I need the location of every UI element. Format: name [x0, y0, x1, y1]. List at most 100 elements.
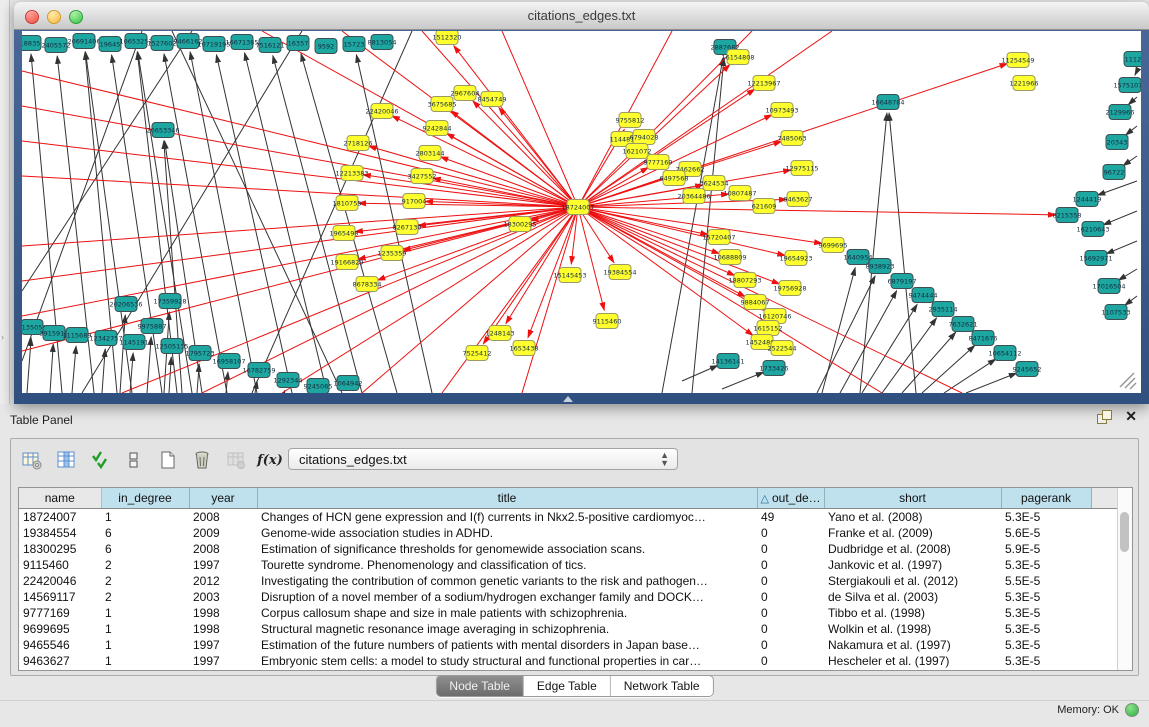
- graph-node[interactable]: 2803144: [416, 146, 445, 161]
- table-row[interactable]: 2242004622012Investigating the contribut…: [19, 573, 1118, 589]
- graph-node[interactable]: 12975115: [785, 161, 818, 176]
- graph-node[interactable]: 9884067: [741, 295, 770, 310]
- graph-node[interactable]: 11123: [1124, 52, 1141, 67]
- table-row[interactable]: 946554611997Estimation of the future num…: [19, 637, 1118, 653]
- graph-node[interactable]: 1064942: [334, 376, 363, 391]
- graph-node[interactable]: 8471676: [969, 331, 998, 346]
- table-row[interactable]: 911546021997Tourette syndrome. Phenomeno…: [19, 557, 1118, 573]
- graph-node[interactable]: 18835: [22, 36, 41, 51]
- graph-node[interactable]: 2522544: [768, 341, 797, 356]
- graph-node[interactable]: 7516121: [256, 38, 285, 53]
- graph-edge[interactable]: [1106, 241, 1137, 254]
- graph-node[interactable]: 1512320: [433, 31, 462, 45]
- column-header-pagerank[interactable]: pagerank: [1001, 488, 1091, 509]
- row-height-icon[interactable]: [121, 447, 147, 473]
- delete-table-icon[interactable]: [189, 447, 215, 473]
- graph-node[interactable]: 8678334: [353, 277, 382, 292]
- float-panel-icon[interactable]: [1097, 410, 1113, 424]
- graph-edge[interactable]: [169, 357, 171, 393]
- graph-node[interactable]: 10688809: [713, 250, 746, 265]
- table-row[interactable]: 977716911998Corpus callosum shape and si…: [19, 605, 1118, 621]
- graph-edge[interactable]: [817, 276, 875, 393]
- graph-node[interactable]: 1115689: [63, 328, 92, 343]
- graph-edge[interactable]: [252, 31, 412, 393]
- function-builder-icon[interactable]: f(x): [257, 447, 283, 473]
- graph-node[interactable]: 19645: [99, 37, 121, 52]
- graph-edge[interactable]: [1118, 269, 1137, 280]
- graph-node[interactable]: 16958107: [212, 354, 245, 369]
- graph-edge[interactable]: [882, 318, 937, 393]
- graph-edge[interactable]: [172, 31, 342, 393]
- graph-node[interactable]: 9755812: [616, 113, 645, 128]
- graph-node[interactable]: 20691406: [67, 34, 100, 49]
- graph-node[interactable]: 9245652: [1013, 362, 1042, 377]
- graph-node[interactable]: 9975887: [138, 319, 167, 334]
- column-header-title[interactable]: title: [257, 488, 757, 509]
- zoom-window-button[interactable]: [69, 10, 83, 24]
- graph-node[interactable]: 2129966: [1106, 105, 1135, 120]
- graph-node[interactable]: 1653438: [510, 341, 539, 356]
- resize-grip-icon[interactable]: [1120, 373, 1136, 389]
- graph-node[interactable]: 1248143: [486, 326, 515, 341]
- column-header-in-degree[interactable]: in_degree: [101, 488, 189, 509]
- graph-edge[interactable]: [692, 58, 724, 393]
- graph-edge[interactable]: [226, 372, 228, 393]
- graph-node[interactable]: 12213967: [747, 76, 780, 91]
- tab-edge-table[interactable]: Edge Table: [524, 676, 611, 696]
- graph-edge[interactable]: [889, 113, 916, 393]
- graph-node[interactable]: 7632621: [949, 317, 978, 332]
- graph-edge[interactable]: [522, 207, 578, 393]
- scrollbar-thumb[interactable]: [1120, 512, 1129, 552]
- graph-edge[interactable]: [282, 207, 578, 393]
- graph-node[interactable]: 6879197: [888, 274, 917, 289]
- graph-node[interactable]: 9592: [315, 39, 337, 54]
- graph-node[interactable]: 19756928: [773, 281, 806, 296]
- graph-node[interactable]: 20206536: [109, 297, 142, 312]
- table-row[interactable]: 1830029562008Estimation of significance …: [19, 541, 1118, 557]
- split-pane-handle[interactable]: [563, 396, 573, 402]
- graph-edge[interactable]: [662, 58, 723, 393]
- tab-node-table[interactable]: Node Table: [436, 676, 524, 696]
- graph-node[interactable]: 8454749: [478, 92, 507, 107]
- graph-edge[interactable]: [578, 207, 785, 255]
- graph-node[interactable]: 2718126: [344, 136, 373, 151]
- graph-node[interactable]: 20343: [1106, 135, 1128, 150]
- graph-edge[interactable]: [72, 346, 76, 393]
- graph-node[interactable]: 3427552: [408, 169, 437, 184]
- graph-node[interactable]: 1615152: [754, 321, 783, 336]
- graph-node[interactable]: 8813054: [368, 35, 397, 50]
- graph-node[interactable]: 10807487: [723, 186, 756, 201]
- tab-network-table[interactable]: Network Table: [611, 676, 713, 696]
- graph-node[interactable]: 17359928: [153, 294, 186, 309]
- graph-edge[interactable]: [22, 207, 578, 281]
- graph-edge[interactable]: [682, 365, 718, 381]
- minimize-window-button[interactable]: [47, 10, 61, 24]
- graph-edge[interactable]: [1103, 211, 1137, 225]
- graph-node[interactable]: 3624534: [700, 176, 729, 191]
- graph-node[interactable]: 16782759: [242, 363, 275, 378]
- graph-node[interactable]: 16357: [287, 36, 309, 51]
- graph-node[interactable]: 1244419: [1073, 192, 1102, 207]
- close-panel-icon[interactable]: ✕: [1125, 408, 1137, 425]
- graph-edge[interactable]: [722, 372, 764, 389]
- graph-edge[interactable]: [1125, 296, 1137, 305]
- graph-node[interactable]: 9777169: [644, 155, 673, 170]
- graph-edge[interactable]: [922, 345, 975, 393]
- graph-node[interactable]: 1221966: [1010, 76, 1039, 91]
- graph-node[interactable]: 8215358: [1053, 208, 1082, 223]
- graph-node[interactable]: 9474444: [909, 288, 938, 303]
- graph-edge[interactable]: [1123, 156, 1137, 166]
- graph-node[interactable]: 7485063: [778, 131, 807, 146]
- graph-node[interactable]: 9242844: [423, 121, 452, 136]
- graph-node[interactable]: 1235359: [378, 246, 407, 261]
- graph-edge[interactable]: [1126, 126, 1137, 135]
- table-select-dropdown[interactable]: citations_edges.txt ▲▼: [288, 448, 678, 470]
- graph-edge[interactable]: [578, 207, 604, 310]
- graph-node[interactable]: 8938923: [866, 259, 895, 274]
- graph-edge[interactable]: [1135, 71, 1137, 75]
- graph-edge[interactable]: [440, 157, 578, 207]
- graph-edge[interactable]: [216, 55, 292, 393]
- table-scrollbar[interactable]: [1117, 488, 1132, 670]
- graph-edge[interactable]: [454, 46, 578, 207]
- graph-node[interactable]: 8267130: [393, 220, 422, 235]
